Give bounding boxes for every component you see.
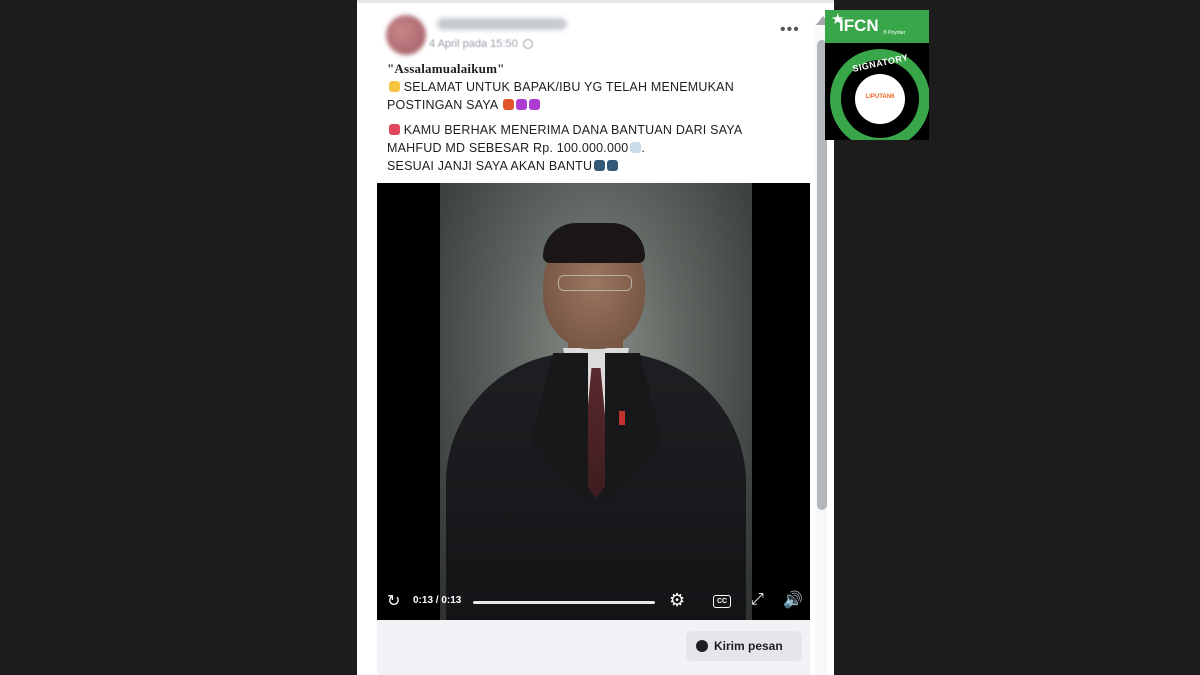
portrait-pin (619, 411, 625, 425)
ribbon-emoji-icon (389, 124, 400, 135)
fullscreen-icon[interactable]: ⤢ (751, 591, 764, 609)
emoji-icon (607, 160, 619, 171)
more-options-icon[interactable]: ••• (780, 22, 800, 38)
volume-icon[interactable]: 🔊 (783, 590, 803, 610)
post-line-4: MAHFUD MD SEBESAR Rp. 100.000.000. (387, 141, 646, 155)
emoji-icon (503, 99, 515, 110)
portrait-glasses (558, 275, 632, 291)
emoji-icon (594, 160, 606, 171)
post-text: "Assalamualaikum" SELAMAT UNTUK BAPAK/IB… (387, 60, 807, 175)
emoji-icon (529, 99, 541, 110)
globe-icon (522, 39, 533, 50)
post-date[interactable]: 4 April pada 15:50 (429, 38, 518, 50)
ifcn-signatory-badge: ★ IFCN ® Poynter SIGNATORY LIPUTAN6 (825, 10, 929, 140)
portrait-hair (543, 223, 645, 263)
video-time: 0:13 / 0:13 (413, 595, 462, 606)
greeting-text: "Assalamualaikum" (387, 61, 505, 76)
party-emoji-icon (389, 81, 400, 92)
post-meta: 4 April pada 15:50 (429, 38, 533, 50)
cc-icon[interactable]: CC (713, 595, 731, 608)
money-emoji-icon (630, 142, 642, 153)
facebook-post: 4 April pada 15:50 ••• "Assalamualaikum"… (357, 0, 834, 675)
send-message-button[interactable]: Kirim pesan (686, 631, 802, 661)
settings-icon[interactable]: ⚙ (669, 590, 685, 611)
replay-icon[interactable]: ↻ (387, 591, 400, 611)
post-line-5: SESUAI JANJI SAYA AKAN BANTU (387, 157, 807, 175)
video-controls: ↻ 0:13 / 0:13 ⚙ CC ⤢ 🔊 (377, 587, 810, 617)
author-name-blurred[interactable] (437, 18, 567, 30)
post-line-3: KAMU BERHAK MENERIMA DANA BANTUAN DARI S… (387, 121, 807, 139)
emoji-icon (516, 99, 528, 110)
signatory-seal: SIGNATORY LIPUTAN6 (830, 49, 929, 140)
post-line-1: SELAMAT UNTUK BAPAK/IBU YG TELAH MENEMUK… (387, 78, 807, 96)
video-frame-portrait (440, 183, 752, 620)
progress-bar[interactable] (473, 601, 655, 604)
post-footer: Kirim pesan (377, 620, 810, 675)
post-line-2: POSTINGAN SAYA (387, 96, 807, 114)
avatar[interactable] (386, 15, 426, 55)
poynter-label: ® Poynter (883, 30, 906, 36)
video-player[interactable]: ↻ 0:13 / 0:13 ⚙ CC ⤢ 🔊 (377, 183, 810, 620)
messenger-icon (696, 640, 708, 652)
ifcn-logo: IFCN (839, 16, 879, 35)
post-content: 4 April pada 15:50 ••• "Assalamualaikum"… (367, 0, 830, 675)
liputan6-logo: LIPUTAN6 (865, 94, 895, 100)
